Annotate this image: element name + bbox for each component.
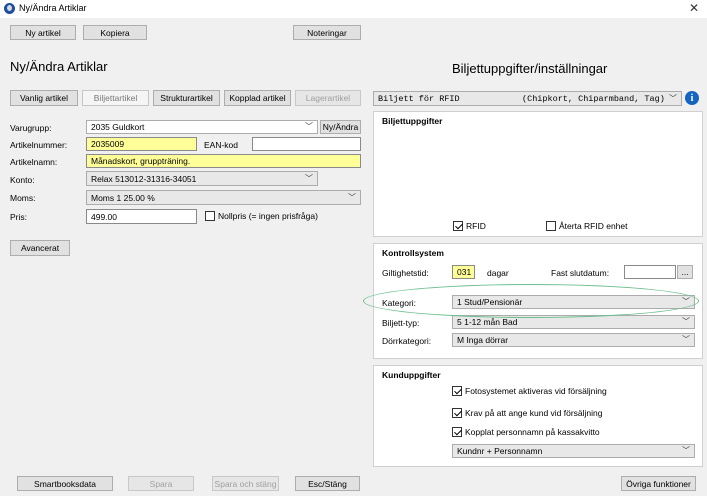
ean-input[interactable]: [252, 137, 361, 151]
linked-name-box[interactable]: [452, 427, 462, 437]
customer-info-group: Kunduppgifter Fotosystemet aktiveras vid…: [373, 365, 703, 467]
fixed-end-label: Fast slutdatum:: [551, 268, 610, 278]
price-input[interactable]: 499.00: [86, 209, 197, 224]
zero-price-checkbox[interactable]: Nollpris (= ingen prisfråga): [205, 211, 318, 221]
receipt-name-value: Kundnr + Personnamn: [457, 446, 543, 456]
chevron-down-icon: ﹀: [682, 334, 690, 344]
chevron-down-icon: ﹀: [348, 192, 356, 202]
ticket-info-group: Biljettuppgifter RFID Återta RFID enhet: [373, 111, 703, 237]
ticket-type-description: (Chipkort, Chiparmband, Tag): [522, 93, 665, 104]
rfid-label: RFID: [466, 221, 486, 231]
account-select[interactable]: Relax 513012-31316-34051 ﹀: [86, 171, 318, 186]
window-title: Ny/Ändra Artiklar: [19, 3, 87, 13]
chevron-down-icon: ﹀: [305, 121, 313, 131]
door-category-label: Dörrkategori:: [382, 336, 432, 346]
vat-label: Moms:: [10, 193, 36, 203]
linked-name-label: Kopplat personnamn på kassakvitto: [465, 427, 600, 437]
linked-name-checkbox[interactable]: Kopplat personnamn på kassakvitto: [452, 427, 600, 437]
article-number-input[interactable]: 2035009: [86, 137, 197, 151]
notes-button[interactable]: Noteringar: [293, 25, 361, 40]
ticket-type-select[interactable]: Biljett för RFID (Chipkort, Chiparmband,…: [373, 91, 682, 106]
esc-close-button[interactable]: Esc/Stäng: [295, 476, 360, 491]
account-value: Relax 513012-31316-34051: [91, 173, 197, 184]
chevron-down-icon: ﹀: [669, 94, 677, 104]
rfid-checkbox[interactable]: RFID: [453, 221, 486, 231]
chevron-down-icon: ﹀: [682, 316, 690, 326]
door-category-select[interactable]: M Inga dörrar ﹀: [452, 333, 695, 347]
customer-info-title: Kunduppgifter: [382, 370, 441, 380]
article-name-label: Artikelnamn:: [10, 157, 58, 167]
new-article-button[interactable]: Ny artikel: [10, 25, 76, 40]
close-icon[interactable]: ✕: [689, 1, 699, 15]
category-select[interactable]: 1 Stud/Pensionär ﹀: [452, 295, 695, 309]
ticket-settings-title: Biljettuppgifter/inställningar: [452, 61, 608, 76]
photo-system-checkbox[interactable]: Fotosystemet aktiveras vid försäljning: [452, 386, 607, 396]
return-rfid-checkbox[interactable]: Återta RFID enhet: [546, 221, 628, 231]
info-icon[interactable]: i: [685, 91, 699, 105]
fixed-end-input[interactable]: [624, 265, 676, 279]
return-rfid-box[interactable]: [546, 221, 556, 231]
chevron-down-icon: ﹀: [682, 445, 690, 455]
rfid-box[interactable]: [453, 221, 463, 231]
control-system-group: Kontrollsystem Giltighetstid: 031 dagar …: [373, 243, 703, 359]
tab-linked-article[interactable]: Kopplad artikel: [224, 90, 291, 106]
validity-label: Giltighetstid:: [382, 268, 429, 278]
ean-label: EAN-kod: [204, 140, 239, 150]
require-customer-label: Krav på att ange kund vid försäljning: [465, 408, 603, 418]
price-label: Pris:: [10, 212, 27, 222]
validity-input[interactable]: 031: [452, 265, 475, 279]
zero-price-box[interactable]: [205, 211, 215, 221]
new-change-button[interactable]: Ny/Ändra: [320, 120, 361, 134]
days-label: dagar: [487, 268, 509, 278]
advanced-button[interactable]: Avancerat: [10, 240, 70, 256]
article-number-label: Artikelnummer:: [10, 140, 68, 150]
require-customer-checkbox[interactable]: Krav på att ange kund vid försäljning: [452, 408, 603, 418]
ticket-kind-select[interactable]: 5 1-12 mån Bad ﹀: [452, 315, 695, 329]
group-select[interactable]: 2035 Guldkort ﹀: [86, 120, 318, 134]
app-logo-icon: [4, 3, 15, 14]
zero-price-label: Nollpris (= ingen prisfråga): [218, 211, 318, 221]
vat-value: Moms 1 25.00 %: [91, 192, 155, 203]
vat-select[interactable]: Moms 1 25.00 % ﹀: [86, 190, 361, 205]
chevron-down-icon: ﹀: [305, 173, 313, 183]
save-close-button[interactable]: Spara och stäng: [212, 476, 279, 491]
article-name-input[interactable]: Månadskort, gruppträning.: [86, 154, 361, 168]
category-label: Kategori:: [382, 298, 417, 308]
tab-stock-article[interactable]: Lagerartikel: [295, 90, 361, 106]
receipt-name-select[interactable]: Kundnr + Personnamn ﹀: [452, 444, 695, 458]
ticket-kind-value: 5 1-12 mån Bad: [457, 317, 518, 327]
chevron-down-icon: ﹀: [682, 296, 690, 306]
group-value: 2035 Guldkort: [91, 122, 145, 132]
control-system-title: Kontrollsystem: [382, 248, 444, 258]
other-functions-button[interactable]: Övriga funktioner: [621, 476, 696, 491]
ticket-type-value: Biljett för RFID: [378, 93, 460, 104]
door-category-value: M Inga dörrar: [457, 335, 509, 345]
tab-regular-article[interactable]: Vanlig artikel: [10, 90, 78, 106]
photo-system-label: Fotosystemet aktiveras vid försäljning: [465, 386, 607, 396]
category-value: 1 Stud/Pensionär: [457, 297, 523, 307]
copy-button[interactable]: Kopiera: [83, 25, 147, 40]
page-title: Ny/Ändra Artiklar: [10, 59, 108, 74]
return-rfid-label: Återta RFID enhet: [559, 221, 628, 231]
tab-ticket-article[interactable]: Biljettartikel: [82, 90, 149, 106]
tab-structure-article[interactable]: Strukturartikel: [153, 90, 220, 106]
photo-system-box[interactable]: [452, 386, 462, 396]
browse-date-button[interactable]: ...: [677, 265, 693, 279]
account-label: Konto:: [10, 175, 35, 185]
require-customer-box[interactable]: [452, 408, 462, 418]
window-titlebar: [0, 0, 707, 18]
ticket-kind-label: Biljett-typ:: [382, 318, 420, 328]
save-button[interactable]: Spara: [128, 476, 194, 491]
group-label: Varugrupp:: [10, 123, 52, 133]
smartbooks-button[interactable]: Smartbooksdata: [17, 476, 113, 491]
ticket-info-title: Biljettuppgifter: [382, 116, 443, 126]
